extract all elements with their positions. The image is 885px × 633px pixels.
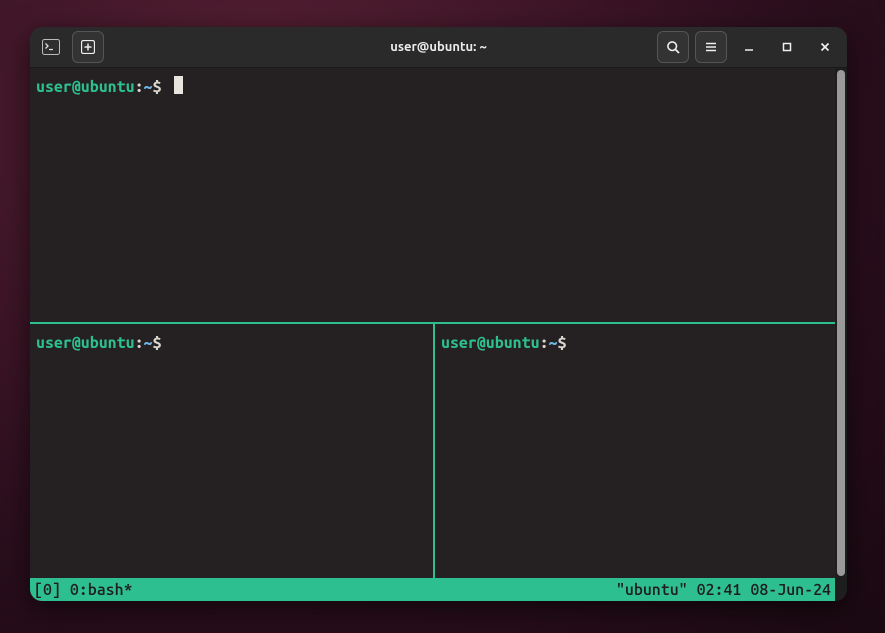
tmux-panes: user@ubuntu:~$ user@ubuntu:~$ user@ubunt… bbox=[30, 68, 835, 578]
terminal-app-icon bbox=[36, 32, 66, 62]
search-button[interactable] bbox=[657, 31, 689, 63]
prompt-colon: : bbox=[135, 78, 144, 96]
prompt-path: ~ bbox=[144, 78, 153, 96]
titlebar: user@ubuntu: ~ bbox=[30, 27, 847, 68]
prompt-line: user@ubuntu:~$ bbox=[34, 72, 831, 98]
prompt-user: user@ubuntu bbox=[441, 334, 540, 352]
tmux-pane-top[interactable]: user@ubuntu:~$ bbox=[30, 68, 835, 323]
prompt-path: ~ bbox=[144, 334, 153, 352]
prompt-colon: : bbox=[135, 334, 144, 352]
close-button[interactable] bbox=[809, 32, 841, 62]
prompt-line: user@ubuntu:~$ bbox=[439, 328, 831, 354]
prompt-dollar: $ bbox=[558, 334, 567, 352]
scrollbar[interactable] bbox=[835, 68, 847, 601]
minimize-button[interactable] bbox=[733, 32, 765, 62]
new-tab-button[interactable] bbox=[72, 31, 104, 63]
tmux-status-bar: [0] 0:bash* "ubuntu" 02:41 08-Jun-24 bbox=[30, 578, 835, 601]
prompt-dollar: $ bbox=[153, 78, 162, 96]
prompt-user: user@ubuntu bbox=[36, 78, 135, 96]
maximize-button[interactable] bbox=[771, 32, 803, 62]
prompt-colon: : bbox=[540, 334, 549, 352]
cursor-icon bbox=[174, 76, 183, 94]
tmux-pane-bottom-right[interactable]: user@ubuntu:~$ bbox=[434, 323, 835, 578]
prompt-line: user@ubuntu:~$ bbox=[34, 328, 429, 354]
tmux-status-right: "ubuntu" 02:41 08-Jun-24 bbox=[616, 578, 831, 601]
tmux-pane-bottom-left[interactable]: user@ubuntu:~$ bbox=[30, 323, 434, 578]
pane-divider-vertical bbox=[433, 324, 435, 578]
window-title: user@ubuntu: ~ bbox=[390, 40, 487, 54]
menu-button[interactable] bbox=[695, 31, 727, 63]
terminal-body: user@ubuntu:~$ user@ubuntu:~$ user@ubunt… bbox=[30, 68, 847, 601]
terminal-window: user@ubuntu: ~ bbox=[30, 27, 847, 601]
prompt-dollar: $ bbox=[153, 334, 162, 352]
prompt-user: user@ubuntu bbox=[36, 334, 135, 352]
prompt-path: ~ bbox=[549, 334, 558, 352]
tmux-status-left: [0] 0:bash* bbox=[34, 578, 133, 601]
scrollbar-thumb[interactable] bbox=[837, 70, 845, 576]
